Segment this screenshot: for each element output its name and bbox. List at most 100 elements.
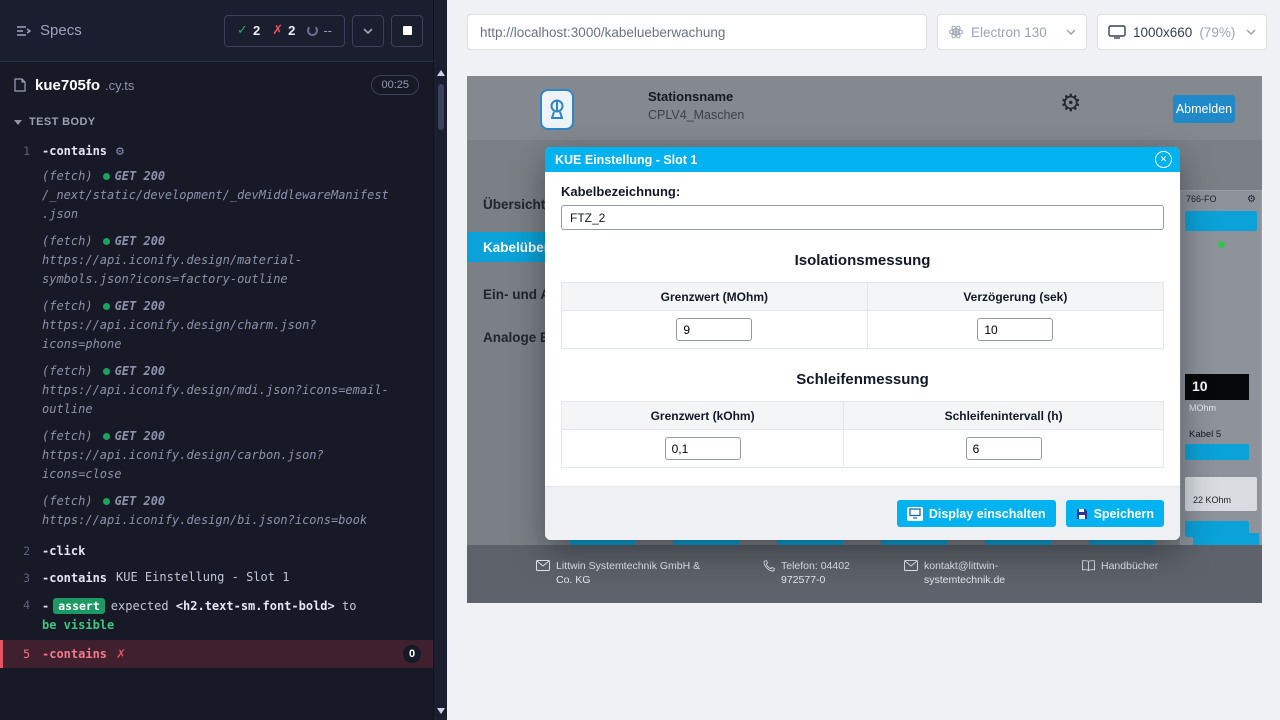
modal-header: KUE Einstellung - Slot 1 ✕: [545, 147, 1180, 172]
station-label: Stationsname: [648, 89, 744, 104]
station-info: Stationsname CPLV4_Maschen: [648, 89, 744, 122]
scroll-down-icon[interactable]: [437, 708, 445, 714]
command-number: 4: [0, 597, 42, 614]
display-on-button[interactable]: Display einschalten: [897, 500, 1056, 527]
app-header: Stationsname CPLV4_Maschen ⚙ Abmelden: [467, 76, 1262, 140]
command-row[interactable]: 2 -click: [0, 538, 433, 565]
command-name: -click: [42, 543, 85, 560]
floppy-icon: [1076, 508, 1088, 520]
command-name: -contains: [42, 646, 107, 663]
spec-row[interactable]: kue705fo .cy.ts 00:25: [0, 62, 433, 108]
failed-stat: ✗2: [272, 23, 295, 38]
specs-toggle[interactable]: Specs: [16, 22, 82, 39]
slot-cable-label: Kabel 5: [1189, 429, 1221, 440]
command-row[interactable]: 1 -contains ⚙: [0, 138, 433, 165]
fetch-status: GET 200: [115, 299, 166, 313]
viewport-control[interactable]: 1000x660 (79%): [1097, 14, 1267, 50]
slot-cyan-bar[interactable]: [1185, 211, 1257, 231]
slot-status-dot: [1218, 241, 1225, 248]
test-stats[interactable]: ✓2 ✗2 --: [224, 15, 345, 47]
specs-list-icon: [16, 25, 32, 37]
iso-limit-input[interactable]: [676, 318, 752, 341]
command-number: 2: [0, 543, 42, 560]
loop-interval-input[interactable]: [966, 437, 1042, 460]
fetch-entry[interactable]: (fetch)GET 200 https://api.iconify.desig…: [42, 492, 394, 530]
electron-icon: [948, 24, 964, 40]
cable-name-input[interactable]: [561, 205, 1164, 230]
assert-row[interactable]: 4 -assertexpected <h2.text-sm.font-bold>…: [0, 592, 433, 640]
iso-delay-input[interactable]: [977, 318, 1053, 341]
littwin-logo: [540, 89, 574, 130]
command-number: 1: [0, 143, 42, 160]
refresh-icon: [307, 25, 318, 36]
fetch-status: GET 200: [115, 429, 166, 443]
pending-stat: --: [307, 23, 332, 38]
gear-icon: ⚙: [115, 143, 125, 160]
column-header: Grenzwert (MOhm): [562, 283, 868, 311]
slot-cyan-chip[interactable]: [1185, 444, 1249, 460]
modal-footer: Display einschalten Speichern: [545, 486, 1180, 540]
url-input[interactable]: [467, 14, 927, 50]
command-row[interactable]: 3 -contains KUE Einstellung - Slot 1: [0, 565, 433, 592]
chevron-down-icon: [363, 28, 373, 34]
slot-gear-icon[interactable]: ⚙: [1247, 194, 1256, 205]
fetch-url: https://api.iconify.design/charm.json?ic…: [42, 316, 394, 354]
save-button[interactable]: Speichern: [1066, 500, 1164, 527]
app-footer: Littwin Systemtechnik GmbH & Co. KG Tele…: [467, 545, 1262, 603]
station-value: CPLV4_Maschen: [648, 108, 744, 122]
fetch-url: https://api.iconify.design/mdi.json?icon…: [42, 381, 394, 419]
column-header: Grenzwert (kOhm): [562, 402, 844, 430]
settings-gear-icon[interactable]: ⚙: [1060, 89, 1082, 117]
loop-limit-input[interactable]: [665, 437, 741, 460]
green-dot-icon: [103, 238, 110, 245]
green-dot-icon: [103, 303, 110, 310]
passed-stat: ✓2: [237, 23, 260, 38]
scrollbar-thumb[interactable]: [438, 84, 444, 130]
failed-command-row[interactable]: 5 -contains ✗ 0: [0, 640, 433, 668]
fetch-entry[interactable]: (fetch)GET 200 https://api.iconify.desig…: [42, 362, 394, 419]
green-dot-icon: [103, 368, 110, 375]
reporter-scrollbar[interactable]: [433, 0, 447, 720]
command-log: 1 -contains ⚙ (fetch)GET 200 /_next/stat…: [0, 138, 433, 668]
assert-message: -assertexpected <h2.text-sm.font-bold> t…: [42, 597, 374, 635]
isolation-section-title: Isolationsmessung: [561, 252, 1164, 269]
fetch-entry[interactable]: (fetch) GET 200 https://api.iconify.desig…: [42, 232, 394, 289]
collapse-button[interactable]: [352, 15, 384, 47]
fetch-url: https://api.iconify.design/carbon.json?i…: [42, 446, 394, 484]
slot-resistance-box: 22 KOhm: [1185, 477, 1257, 511]
fetch-url: https://api.iconify.design/material-symb…: [42, 251, 394, 289]
fetch-label: (fetch): [42, 429, 93, 443]
fetch-status: GET 200: [115, 234, 166, 248]
command-number: 5: [0, 646, 42, 663]
slot-unit: MOhm: [1189, 403, 1216, 413]
fetch-label: (fetch): [42, 234, 93, 248]
fetch-status: GET 200: [115, 169, 166, 183]
footer-company: Littwin Systemtechnik GmbH & Co. KG: [536, 559, 706, 587]
slot-value-display: 10: [1185, 374, 1249, 400]
column-header: Verzögerung (sek): [867, 283, 1163, 311]
fetch-status: GET 200: [115, 364, 166, 378]
footer-email[interactable]: kontakt@littwin-systemtechnik.de: [904, 559, 1020, 587]
footer-manuals[interactable]: Handbücher: [1082, 559, 1158, 573]
stop-button[interactable]: [391, 15, 423, 47]
phone-icon: [763, 560, 775, 572]
monitor-icon: [1108, 25, 1126, 39]
fetch-label: (fetch): [42, 299, 93, 313]
scroll-up-icon[interactable]: [437, 70, 445, 76]
fetch-entry[interactable]: (fetch) GET 200 https://api.iconify.desig…: [42, 297, 394, 354]
loop-table: Grenzwert (kOhm) Schleifenintervall (h): [561, 401, 1164, 468]
test-body-label: TEST BODY: [29, 116, 96, 128]
fetch-entry[interactable]: (fetch)GET 200 /_next/static/development…: [42, 167, 394, 224]
fetch-entry[interactable]: (fetch) GET 200 https://api.iconify.desig…: [42, 427, 394, 484]
nav-item-uebersicht[interactable]: Übersicht: [483, 197, 545, 212]
fetch-url: /_next/static/development/_devMiddleware…: [42, 186, 394, 224]
test-body-toggle[interactable]: TEST BODY: [0, 108, 433, 134]
nav-item-analoge-eingaenge[interactable]: Analoge Ei: [483, 330, 553, 345]
browser-select[interactable]: Electron 130: [937, 14, 1087, 50]
command-name: -contains: [42, 570, 107, 587]
runner-main: Electron 130 1000x660 (79%) Stationsname…: [447, 0, 1280, 720]
fetch-label: (fetch): [42, 494, 93, 508]
logout-button[interactable]: Abmelden: [1173, 95, 1235, 123]
slot-title: 766-FO: [1186, 194, 1217, 205]
close-icon[interactable]: ✕: [1155, 151, 1172, 168]
